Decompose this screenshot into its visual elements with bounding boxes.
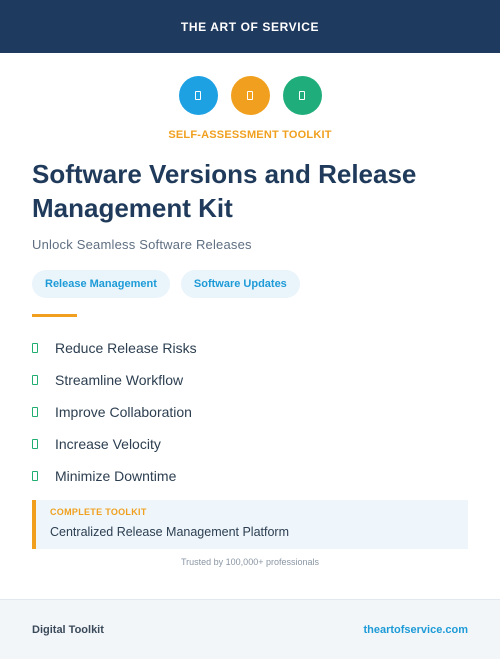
tag-software-updates[interactable]: Software Updates [180, 270, 300, 298]
tag-release-management[interactable]: Release Management [32, 270, 170, 298]
list-item: Reduce Release Risks [32, 332, 197, 364]
benefit-label: Streamline Workflow [55, 372, 184, 388]
tag-list: Release Management Software Updates [32, 270, 300, 298]
check-icon [32, 439, 38, 449]
footer-label: Digital Toolkit [32, 623, 104, 636]
accent-divider [32, 314, 77, 317]
brand-name: THE ART OF SERVICE [180, 19, 320, 34]
header-bar: THE ART OF SERVICE [0, 0, 500, 53]
list-item: Improve Collaboration [32, 396, 197, 428]
list-item: Streamline Workflow [32, 364, 197, 396]
callout-label: COMPLETE TOOLKIT [50, 507, 147, 517]
subtitle: Unlock Seamless Software Releases [32, 237, 252, 252]
list-item: Increase Velocity [32, 428, 197, 460]
check-icon [32, 407, 38, 417]
callout-text: Centralized Release Management Platform [50, 525, 290, 539]
website-link[interactable]: theartofservice.com [363, 624, 468, 636]
document-icon [230, 76, 270, 115]
footer-bar: Digital Toolkit theartofservice.com [0, 599, 500, 659]
list-item: Minimize Downtime [32, 460, 197, 492]
benefit-label: Improve Collaboration [55, 404, 192, 420]
toolkit-callout: COMPLETE TOOLKIT Centralized Release Man… [32, 500, 468, 549]
benefit-label: Minimize Downtime [55, 468, 177, 484]
check-icon [32, 471, 38, 481]
trust-statement: Trusted by 100,000+ professionals [180, 557, 319, 567]
kicker-label: SELF-ASSESSMENT TOOLKIT [168, 129, 332, 141]
icon-row [0, 76, 500, 115]
page-title: Software Versions and Release Management… [32, 159, 417, 223]
benefit-list: Reduce Release Risks Streamline Workflow… [32, 332, 197, 492]
document-icon [282, 76, 322, 115]
check-icon [32, 343, 38, 353]
document-icon [178, 76, 218, 115]
benefit-label: Reduce Release Risks [55, 340, 197, 356]
benefit-label: Increase Velocity [55, 436, 161, 452]
check-icon [32, 375, 38, 385]
